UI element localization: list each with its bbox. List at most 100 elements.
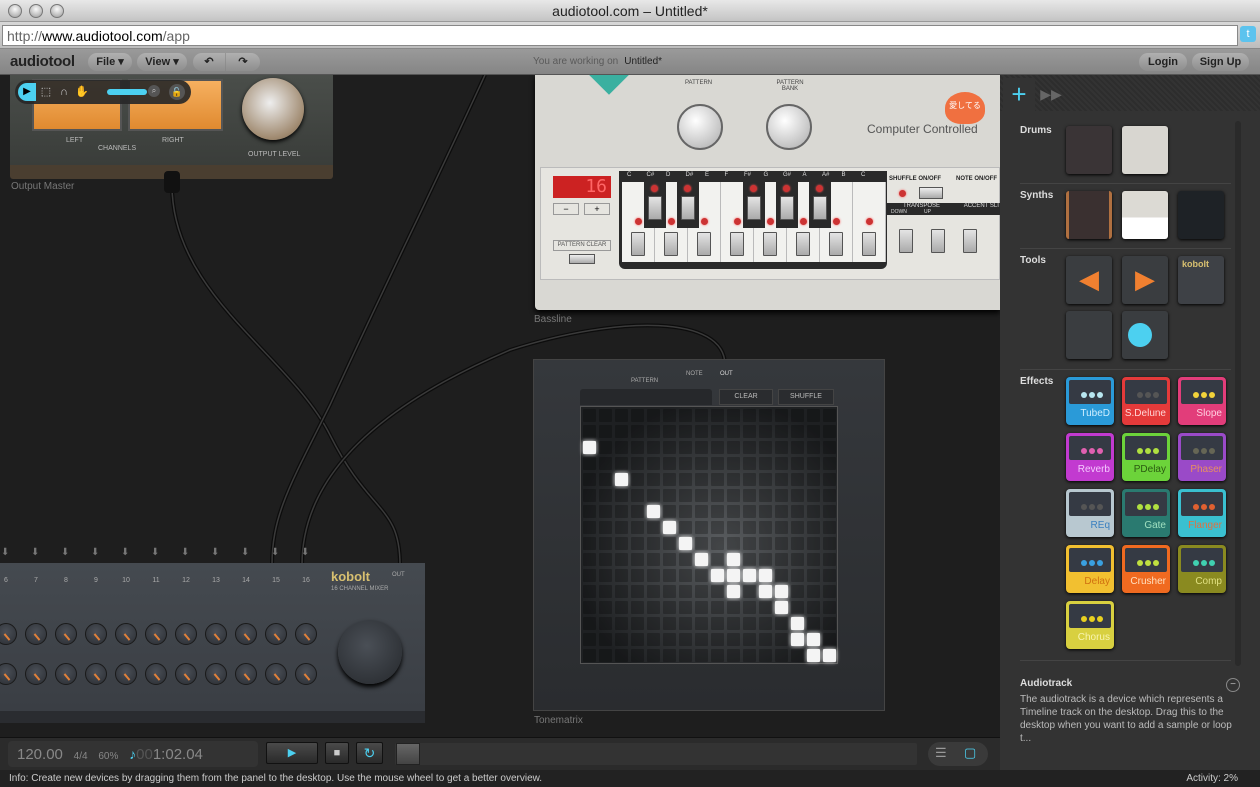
tonematrix-cell[interactable]: [599, 601, 612, 614]
tonematrix-cell-active[interactable]: [727, 569, 740, 582]
tonematrix-cell[interactable]: [743, 537, 756, 550]
close-window-button[interactable]: [8, 4, 22, 18]
tonematrix-cell[interactable]: [711, 457, 724, 470]
tonematrix-cell[interactable]: [759, 489, 772, 502]
tonematrix-cell[interactable]: [631, 601, 644, 614]
tonematrix-cell[interactable]: [631, 505, 644, 518]
tonematrix-cell[interactable]: [615, 425, 628, 438]
tonematrix-cell[interactable]: [807, 441, 820, 454]
tonematrix-cell[interactable]: [807, 537, 820, 550]
tonematrix-cell[interactable]: [599, 473, 612, 486]
tonematrix-cell[interactable]: [711, 537, 724, 550]
tonematrix-cell[interactable]: [759, 441, 772, 454]
collapse-info-minus-icon[interactable]: −: [1226, 678, 1240, 692]
tonematrix-cell[interactable]: [727, 649, 740, 662]
hand-tool-icon[interactable]: ✋: [74, 83, 90, 101]
tonematrix-cell[interactable]: [599, 425, 612, 438]
tonematrix-cell[interactable]: [615, 569, 628, 582]
tonematrix-cell[interactable]: [775, 409, 788, 422]
tonematrix-cell-active[interactable]: [791, 617, 804, 630]
tonematrix-cell[interactable]: [823, 537, 836, 550]
tonematrix-cell[interactable]: [663, 617, 676, 630]
tonematrix-cell[interactable]: [791, 553, 804, 566]
tonematrix-cell[interactable]: [583, 409, 596, 422]
undo-icon[interactable]: ↶: [193, 53, 225, 71]
tonematrix-cell[interactable]: [695, 473, 708, 486]
tonematrix-cell[interactable]: [759, 505, 772, 518]
tonematrix-cell-active[interactable]: [727, 585, 740, 598]
tonematrix-cell[interactable]: [647, 489, 660, 502]
timeline-scrollbar[interactable]: [395, 743, 917, 765]
tonematrix-cell[interactable]: [823, 569, 836, 582]
tonematrix-cell[interactable]: [583, 521, 596, 534]
channel-pan-knob[interactable]: [175, 663, 197, 685]
tonematrix-cell[interactable]: [759, 553, 772, 566]
tonematrix-cell[interactable]: [631, 585, 644, 598]
tonematrix-cell[interactable]: [663, 425, 676, 438]
tonematrix-cell[interactable]: [807, 409, 820, 422]
tonematrix-cell-active[interactable]: [775, 601, 788, 614]
channel-gain-knob[interactable]: [85, 623, 107, 645]
tonematrix-cell[interactable]: [647, 633, 660, 646]
tonematrix-cell[interactable]: [711, 441, 724, 454]
tonematrix-cell[interactable]: [775, 569, 788, 582]
effect-tile-pdelay[interactable]: PDelay: [1122, 433, 1170, 481]
tonematrix-cell[interactable]: [727, 441, 740, 454]
timeline-scroll-thumb[interactable]: [396, 743, 420, 765]
tonematrix-cell[interactable]: [727, 489, 740, 502]
tonematrix-cell[interactable]: [775, 649, 788, 662]
pattern-slots[interactable]: [580, 389, 712, 405]
samples-tab-waveform-icon[interactable]: ▶▶: [1035, 78, 1067, 111]
tonematrix-cell[interactable]: [727, 425, 740, 438]
tonematrix-cell[interactable]: [775, 553, 788, 566]
tonematrix-cell[interactable]: [727, 473, 740, 486]
channel-pan-knob[interactable]: [25, 663, 47, 685]
tonematrix-cell[interactable]: [727, 617, 740, 630]
effect-tile-phaser[interactable]: Phaser: [1178, 433, 1226, 481]
login-button[interactable]: Login: [1139, 53, 1187, 71]
effect-tile-delay[interactable]: Delay: [1066, 545, 1114, 593]
headphones-tool-icon[interactable]: ∩: [56, 83, 72, 101]
tonematrix-cell[interactable]: [695, 521, 708, 534]
tonematrix-device[interactable]: NOTE OUT PATTERN CLEAR SHUFFLE: [533, 359, 885, 711]
tonematrix-cell[interactable]: [791, 537, 804, 550]
tonematrix-cell[interactable]: [663, 569, 676, 582]
tonematrix-cell[interactable]: [759, 537, 772, 550]
pattern-bank-knob[interactable]: [766, 104, 812, 150]
black-key-G#[interactable]: [776, 182, 798, 228]
tonematrix-cell[interactable]: [583, 505, 596, 518]
tonematrix-cell[interactable]: [631, 617, 644, 630]
tonematrix-cell-active[interactable]: [759, 569, 772, 582]
tonematrix-cell[interactable]: [807, 569, 820, 582]
tonematrix-cell[interactable]: [823, 505, 836, 518]
tonematrix-cell-active[interactable]: [775, 585, 788, 598]
tonematrix-cell[interactable]: [615, 521, 628, 534]
tonematrix-cell[interactable]: [583, 489, 596, 502]
tonematrix-cell[interactable]: [615, 489, 628, 502]
tonematrix-cell-active[interactable]: [647, 505, 660, 518]
tonematrix-cell[interactable]: [663, 441, 676, 454]
tonematrix-cell[interactable]: [695, 649, 708, 662]
tonematrix-cell[interactable]: [615, 457, 628, 470]
pattern-knob[interactable]: [677, 104, 723, 150]
tonematrix-cell[interactable]: [695, 457, 708, 470]
tonematrix-cell[interactable]: [583, 457, 596, 470]
redo-icon[interactable]: ↷: [226, 53, 260, 71]
tonematrix-cell[interactable]: [807, 601, 820, 614]
tonematrix-cell[interactable]: [647, 457, 660, 470]
tonematrix-cell[interactable]: [679, 569, 692, 582]
drum-machine-808-tile[interactable]: [1122, 126, 1168, 174]
tonematrix-cell-active[interactable]: [791, 633, 804, 646]
channel-gain-knob[interactable]: [205, 623, 227, 645]
tonematrix-cell[interactable]: [695, 569, 708, 582]
tonematrix-cell[interactable]: [711, 473, 724, 486]
loop-button[interactable]: ↻: [356, 742, 383, 764]
tonematrix-cell[interactable]: [647, 585, 660, 598]
tonematrix-cell[interactable]: [791, 569, 804, 582]
tonematrix-cell[interactable]: [583, 553, 596, 566]
tonematrix-cell[interactable]: [727, 457, 740, 470]
tonematrix-cell[interactable]: [807, 473, 820, 486]
transpose-down-button[interactable]: [899, 229, 913, 253]
tonematrix-cell[interactable]: [791, 649, 804, 662]
tonematrix-cell[interactable]: [791, 601, 804, 614]
